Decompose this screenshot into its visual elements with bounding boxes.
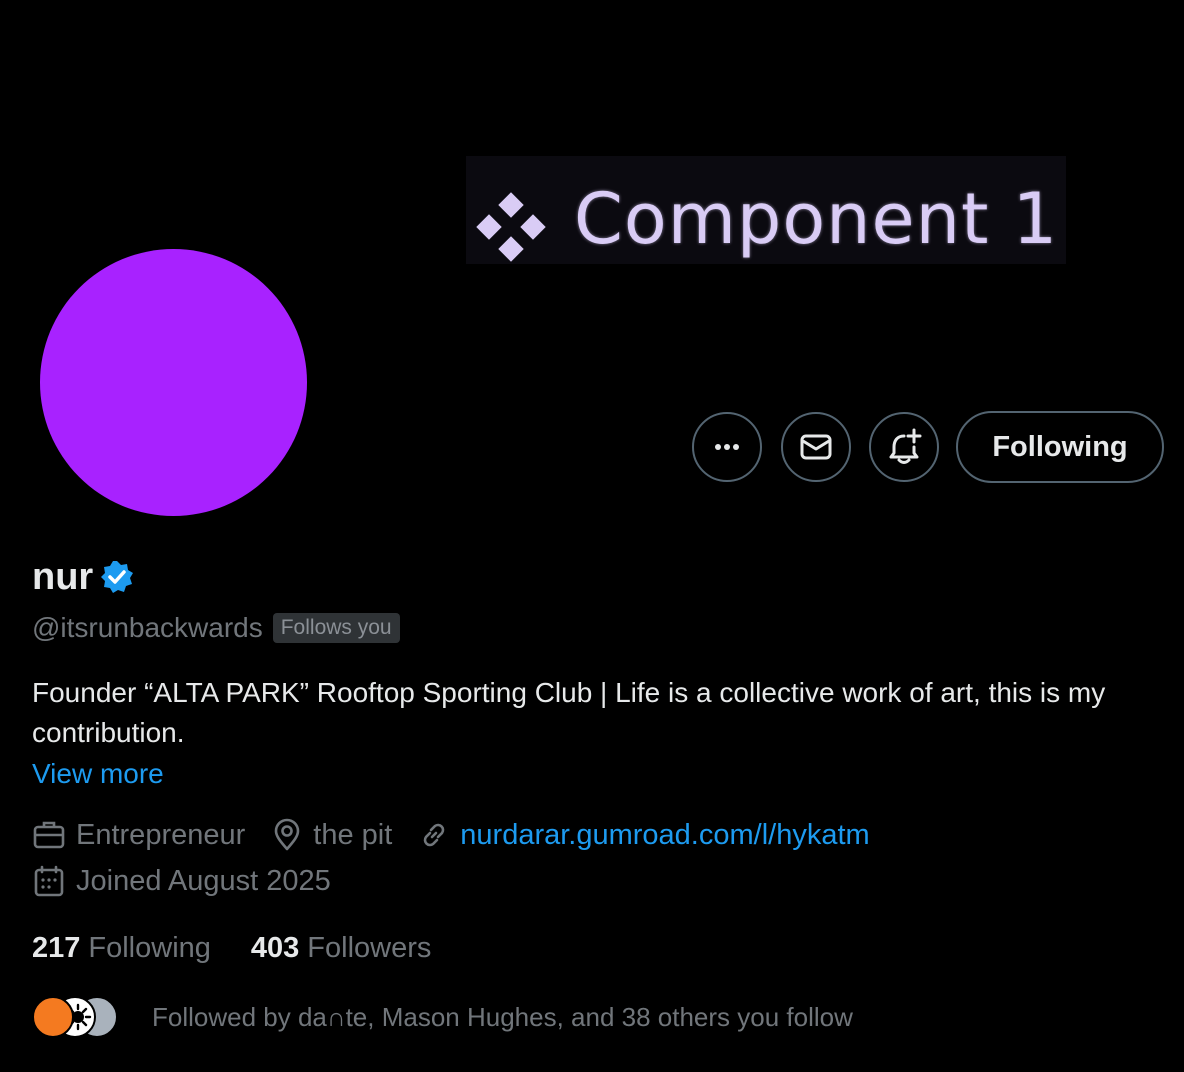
location-text: the pit: [313, 818, 393, 851]
profile-name-row: nur: [32, 558, 135, 596]
calendar-icon: [34, 865, 64, 897]
profile-stats: 217 Following 403 Followers: [32, 932, 471, 965]
more-options-button[interactable]: [692, 412, 762, 482]
bell-plus-icon: [889, 428, 922, 464]
verified-badge-icon[interactable]: [99, 559, 135, 595]
profession-text: Entrepreneur: [76, 818, 246, 851]
mail-icon: [800, 434, 832, 460]
profile-avatar[interactable]: [40, 249, 307, 516]
message-button[interactable]: [781, 412, 851, 482]
location-item: the pit: [271, 818, 392, 852]
joined-item: Joined August 2025: [32, 864, 331, 898]
profile-bio: Founder “ALTA PARK” Rooftop Sporting Clu…: [32, 677, 1106, 748]
profession-item: Entrepreneur: [32, 818, 245, 852]
following-button[interactable]: Following: [956, 411, 1164, 483]
mutual-avatars: [32, 994, 132, 1040]
handle-row: @itsrunbackwards Follows you: [32, 612, 400, 644]
profile-name: nur: [32, 556, 94, 598]
following-stat[interactable]: 217 Following: [32, 932, 211, 965]
followed-by-row[interactable]: Followed by da∩te, Mason Hughes, and 38 …: [32, 994, 853, 1040]
banner-image: Component 1: [466, 156, 1066, 264]
component-diamond-icon: [476, 192, 546, 262]
website-item[interactable]: nurdarar.gumroad.com/l/hykatm: [418, 819, 870, 852]
notifications-button[interactable]: [869, 412, 939, 482]
banner-text: Component 1: [574, 178, 1059, 260]
following-label: Following: [88, 932, 211, 964]
location-pin-icon: [274, 818, 300, 851]
mutual-avatar-1: [32, 996, 74, 1038]
follows-you-badge: Follows you: [272, 613, 400, 643]
profile-meta-row: Entrepreneur the pit nurdarar.gumroad.co…: [32, 818, 896, 852]
more-horizontal-icon: [715, 444, 739, 450]
view-more-link[interactable]: View more: [32, 758, 164, 790]
link-icon: [424, 823, 445, 847]
followers-stat[interactable]: 403 Followers: [251, 932, 431, 965]
website-link[interactable]: nurdarar.gumroad.com/l/hykatm: [460, 819, 869, 852]
joined-row: Joined August 2025: [32, 864, 357, 898]
followed-by-text: Followed by da∩te, Mason Hughes, and 38 …: [152, 1001, 853, 1032]
followers-label: Followers: [307, 932, 432, 964]
briefcase-icon: [33, 821, 65, 849]
followers-count: 403: [250, 932, 300, 964]
following-count: 217: [32, 932, 81, 964]
joined-text: Joined August 2025: [76, 864, 331, 897]
profile-handle: @itsrunbackwards: [32, 612, 263, 643]
